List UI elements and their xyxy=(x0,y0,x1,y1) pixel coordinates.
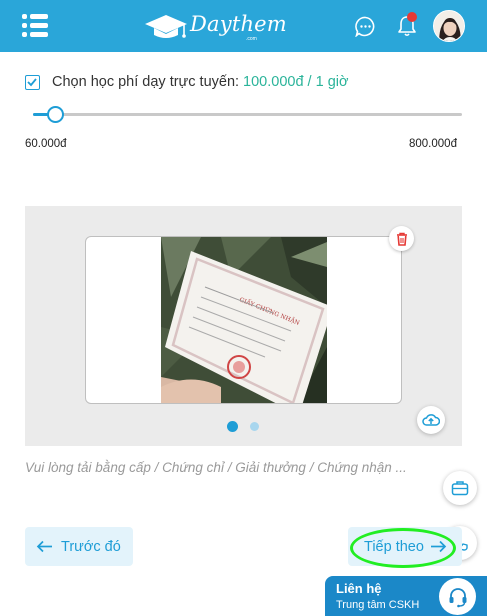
online-fee-value: 100.000đ / 1 giờ xyxy=(243,74,349,90)
checkmark-icon xyxy=(27,77,37,86)
fee-slider-handle[interactable] xyxy=(47,106,64,123)
hamburger-menu-icon[interactable] xyxy=(22,14,48,38)
delete-icon[interactable] xyxy=(389,226,414,251)
brand-name: Daythem xyxy=(190,12,287,36)
carousel-dot[interactable] xyxy=(250,422,259,431)
brand-domain: .com xyxy=(246,36,257,42)
online-fee-row: Chọn học phí dạy trực tuyến: 100.000đ / … xyxy=(25,73,349,91)
online-fee-checkbox[interactable] xyxy=(25,74,40,90)
briefcase-icon[interactable] xyxy=(443,471,477,505)
notification-badge xyxy=(407,12,417,22)
previous-button[interactable]: Trước đó xyxy=(25,527,133,566)
online-fee-label: Chọn học phí dạy trực tuyến: xyxy=(52,74,240,90)
brand-logo[interactable]: Daythem .com xyxy=(144,10,287,42)
certificate-image[interactable]: GIẤY CHỨNG NHẬN xyxy=(161,237,327,403)
slider-min-label: 60.000đ xyxy=(25,138,67,150)
carousel-dot-active[interactable] xyxy=(227,421,238,432)
graduation-cap-icon xyxy=(145,15,187,38)
arrow-left-icon xyxy=(36,540,52,553)
slider-max-label: 800.000đ xyxy=(409,138,457,150)
fee-slider-track[interactable] xyxy=(33,113,462,116)
page: Daythem .com Chọn học phí dạy trực tuyến… xyxy=(0,0,487,616)
contact-title: Liên hệ xyxy=(336,581,382,596)
upload-hint: Vui lòng tải bằng cấp / Chứng chỉ / Giải… xyxy=(25,460,407,475)
app-header: Daythem .com xyxy=(0,0,487,52)
green-highlight-circle xyxy=(350,528,456,568)
cloud-upload-icon[interactable] xyxy=(417,406,445,434)
avatar[interactable] xyxy=(433,10,465,42)
previous-button-label: Trước đó xyxy=(61,538,121,555)
headset-icon[interactable] xyxy=(439,578,476,615)
contact-subtitle: Trung tâm CSKH xyxy=(336,599,420,611)
chat-icon[interactable] xyxy=(355,16,376,38)
